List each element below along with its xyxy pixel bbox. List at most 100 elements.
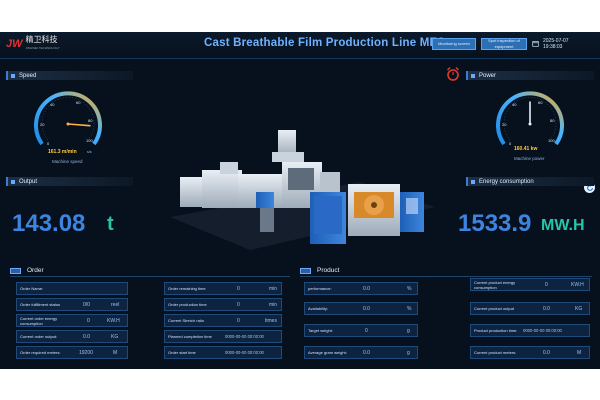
speed-unit-small: s/s xyxy=(87,150,92,154)
energy-title: Energy consumption xyxy=(479,178,534,185)
product-row-value: 0 xyxy=(365,327,368,334)
production-line-image xyxy=(170,130,435,250)
product-section-header: Product xyxy=(300,265,592,277)
product-row-value: 0 xyxy=(545,281,548,288)
power-tick-60: 60 xyxy=(538,100,543,105)
logo-mark: JW xyxy=(6,38,23,50)
order-row-unit: min xyxy=(269,301,278,308)
output-title: Output xyxy=(19,178,38,185)
energy-panel-header: Energy consumption xyxy=(466,177,594,186)
speed-tick-0: 0 xyxy=(47,141,50,146)
speed-tick-20: 20 xyxy=(40,122,45,127)
product-row-unit: g xyxy=(407,349,410,356)
power-title: Power xyxy=(479,72,497,79)
product-row: Availability: 0.0 % xyxy=(304,302,418,315)
order-title: Order xyxy=(27,267,44,274)
logo-text: 精卫科技 xyxy=(25,35,58,44)
order-row-label: Order Name: xyxy=(20,286,44,291)
monitoring-screen-button[interactable]: Monitoring screen xyxy=(432,38,476,50)
order-row-value: 0 xyxy=(237,285,240,292)
power-caption: Machine power xyxy=(514,156,545,161)
panel-chip-icon xyxy=(471,73,475,78)
page-title: Cast Breathable Film Production Line MES xyxy=(204,37,446,49)
product-row-unit: % xyxy=(407,285,412,292)
calendar-icon xyxy=(532,41,539,47)
product-row-label: performance: xyxy=(308,286,332,291)
order-row-label: Order required meters: xyxy=(20,350,61,355)
speed-tick-80: 80 xyxy=(88,118,93,123)
product-row-value: 0.0 xyxy=(363,305,370,312)
order-row-value: 0 xyxy=(237,317,240,324)
order-row-label: Order fulfillment status xyxy=(20,302,61,307)
order-row-value: 0000-00-00 00:00:00 xyxy=(225,334,264,339)
order-row-value: 0.0 xyxy=(83,333,90,340)
order-row-value: 0000-00-00 00:00:00 xyxy=(225,350,264,355)
product-row: Current product meters: 0.0 M xyxy=(470,346,590,359)
order-row-value: 0 xyxy=(237,301,240,308)
product-row-unit: KW.H xyxy=(571,281,584,288)
panel-chip-icon xyxy=(11,179,15,184)
speed-caption: Machine speed xyxy=(52,159,83,164)
product-row: Target weight: 0 g xyxy=(304,324,418,337)
time-text: 19:38:03 xyxy=(543,44,563,50)
order-row-label: Order remaining time xyxy=(168,286,206,291)
product-row-label: Product production time: xyxy=(474,328,518,333)
order-row-unit: reel xyxy=(111,301,120,308)
power-panel-header: Power xyxy=(466,71,594,80)
order-row-label: Planned completion time xyxy=(168,334,212,339)
order-row: Current order output: 0.0 KG xyxy=(16,330,128,343)
power-value: 160.41 kw xyxy=(514,146,538,152)
order-row-unit: min xyxy=(269,285,278,292)
order-row: Order Name: xyxy=(16,282,128,295)
section-chip-icon xyxy=(10,267,21,274)
order-row-label: Order production time xyxy=(168,302,207,307)
logo-subtext: JINGWEI TECHNOLOGY xyxy=(25,46,60,50)
panel-chip-icon xyxy=(471,179,475,184)
output-unit: t xyxy=(107,213,114,235)
mes-dashboard: JW 精卫科技 JINGWEI TECHNOLOGY Cast Breathab… xyxy=(0,32,600,369)
product-row: Average gram weight: 0.0 g xyxy=(304,346,418,359)
speed-tick-100: 100 xyxy=(86,138,93,143)
order-row-unit: times xyxy=(265,317,277,324)
datetime-display: 2025-07-07 19:38:03 xyxy=(543,38,569,50)
order-row-unit: KW.H xyxy=(107,317,120,324)
order-row-unit: M xyxy=(113,349,118,356)
order-row: Order required meters: 19200 M xyxy=(16,346,128,359)
speed-tick-40: 40 xyxy=(50,102,55,107)
output-value: 143.08 xyxy=(12,210,86,237)
product-row-unit: M xyxy=(577,349,582,356)
product-row-label: Current product meters: xyxy=(474,350,517,355)
order-row: Order production time 0 min xyxy=(164,298,282,311)
speed-title: Speed xyxy=(19,72,37,79)
product-row-value: 0.0 xyxy=(543,305,550,312)
company-logo: JW 精卫科技 JINGWEI TECHNOLOGY xyxy=(6,35,60,51)
product-row: Current product output 0.0 KG xyxy=(470,302,590,315)
product-row-value: 0000-00-00 00:00:00 xyxy=(523,328,562,333)
order-row: Current order energy consumption 0 KW.H xyxy=(16,314,128,327)
order-row-label: Current order energy consumption xyxy=(20,315,58,326)
speed-needle xyxy=(67,123,91,127)
speed-tick-60: 60 xyxy=(76,100,81,105)
order-row: Planned completion time 0000-00-00 00:00… xyxy=(164,330,282,343)
order-row-unit: KG xyxy=(111,333,119,340)
product-row-unit: % xyxy=(407,305,412,312)
product-row-label: Current product energy consumption xyxy=(474,279,516,290)
order-row-label: Current order output: xyxy=(20,334,58,339)
alarm-clock-icon[interactable] xyxy=(446,66,460,82)
speed-panel-header: Speed xyxy=(6,71,133,80)
power-tick-20: 20 xyxy=(502,122,507,127)
product-row-value: 0.0 xyxy=(363,285,370,292)
order-row: Order remaining time 0 min xyxy=(164,282,282,295)
panel-chip-icon xyxy=(11,73,15,78)
product-row-value: 0.0 xyxy=(543,349,550,356)
power-tick-0: 0 xyxy=(509,141,512,146)
spot-inspection-button[interactable]: Spot inspection of equipment xyxy=(481,38,527,50)
product-row: performance: 0.0 % xyxy=(304,282,418,295)
power-tick-80: 80 xyxy=(550,118,555,123)
product-row-unit: g xyxy=(407,327,410,334)
order-section-header: Order xyxy=(10,265,290,277)
order-row: Current Stretch ratio 0 times xyxy=(164,314,282,327)
product-row-unit: KG xyxy=(575,305,583,312)
header-bar: JW 精卫科技 JINGWEI TECHNOLOGY Cast Breathab… xyxy=(0,32,600,59)
energy-value: 1533.9 xyxy=(458,210,532,237)
